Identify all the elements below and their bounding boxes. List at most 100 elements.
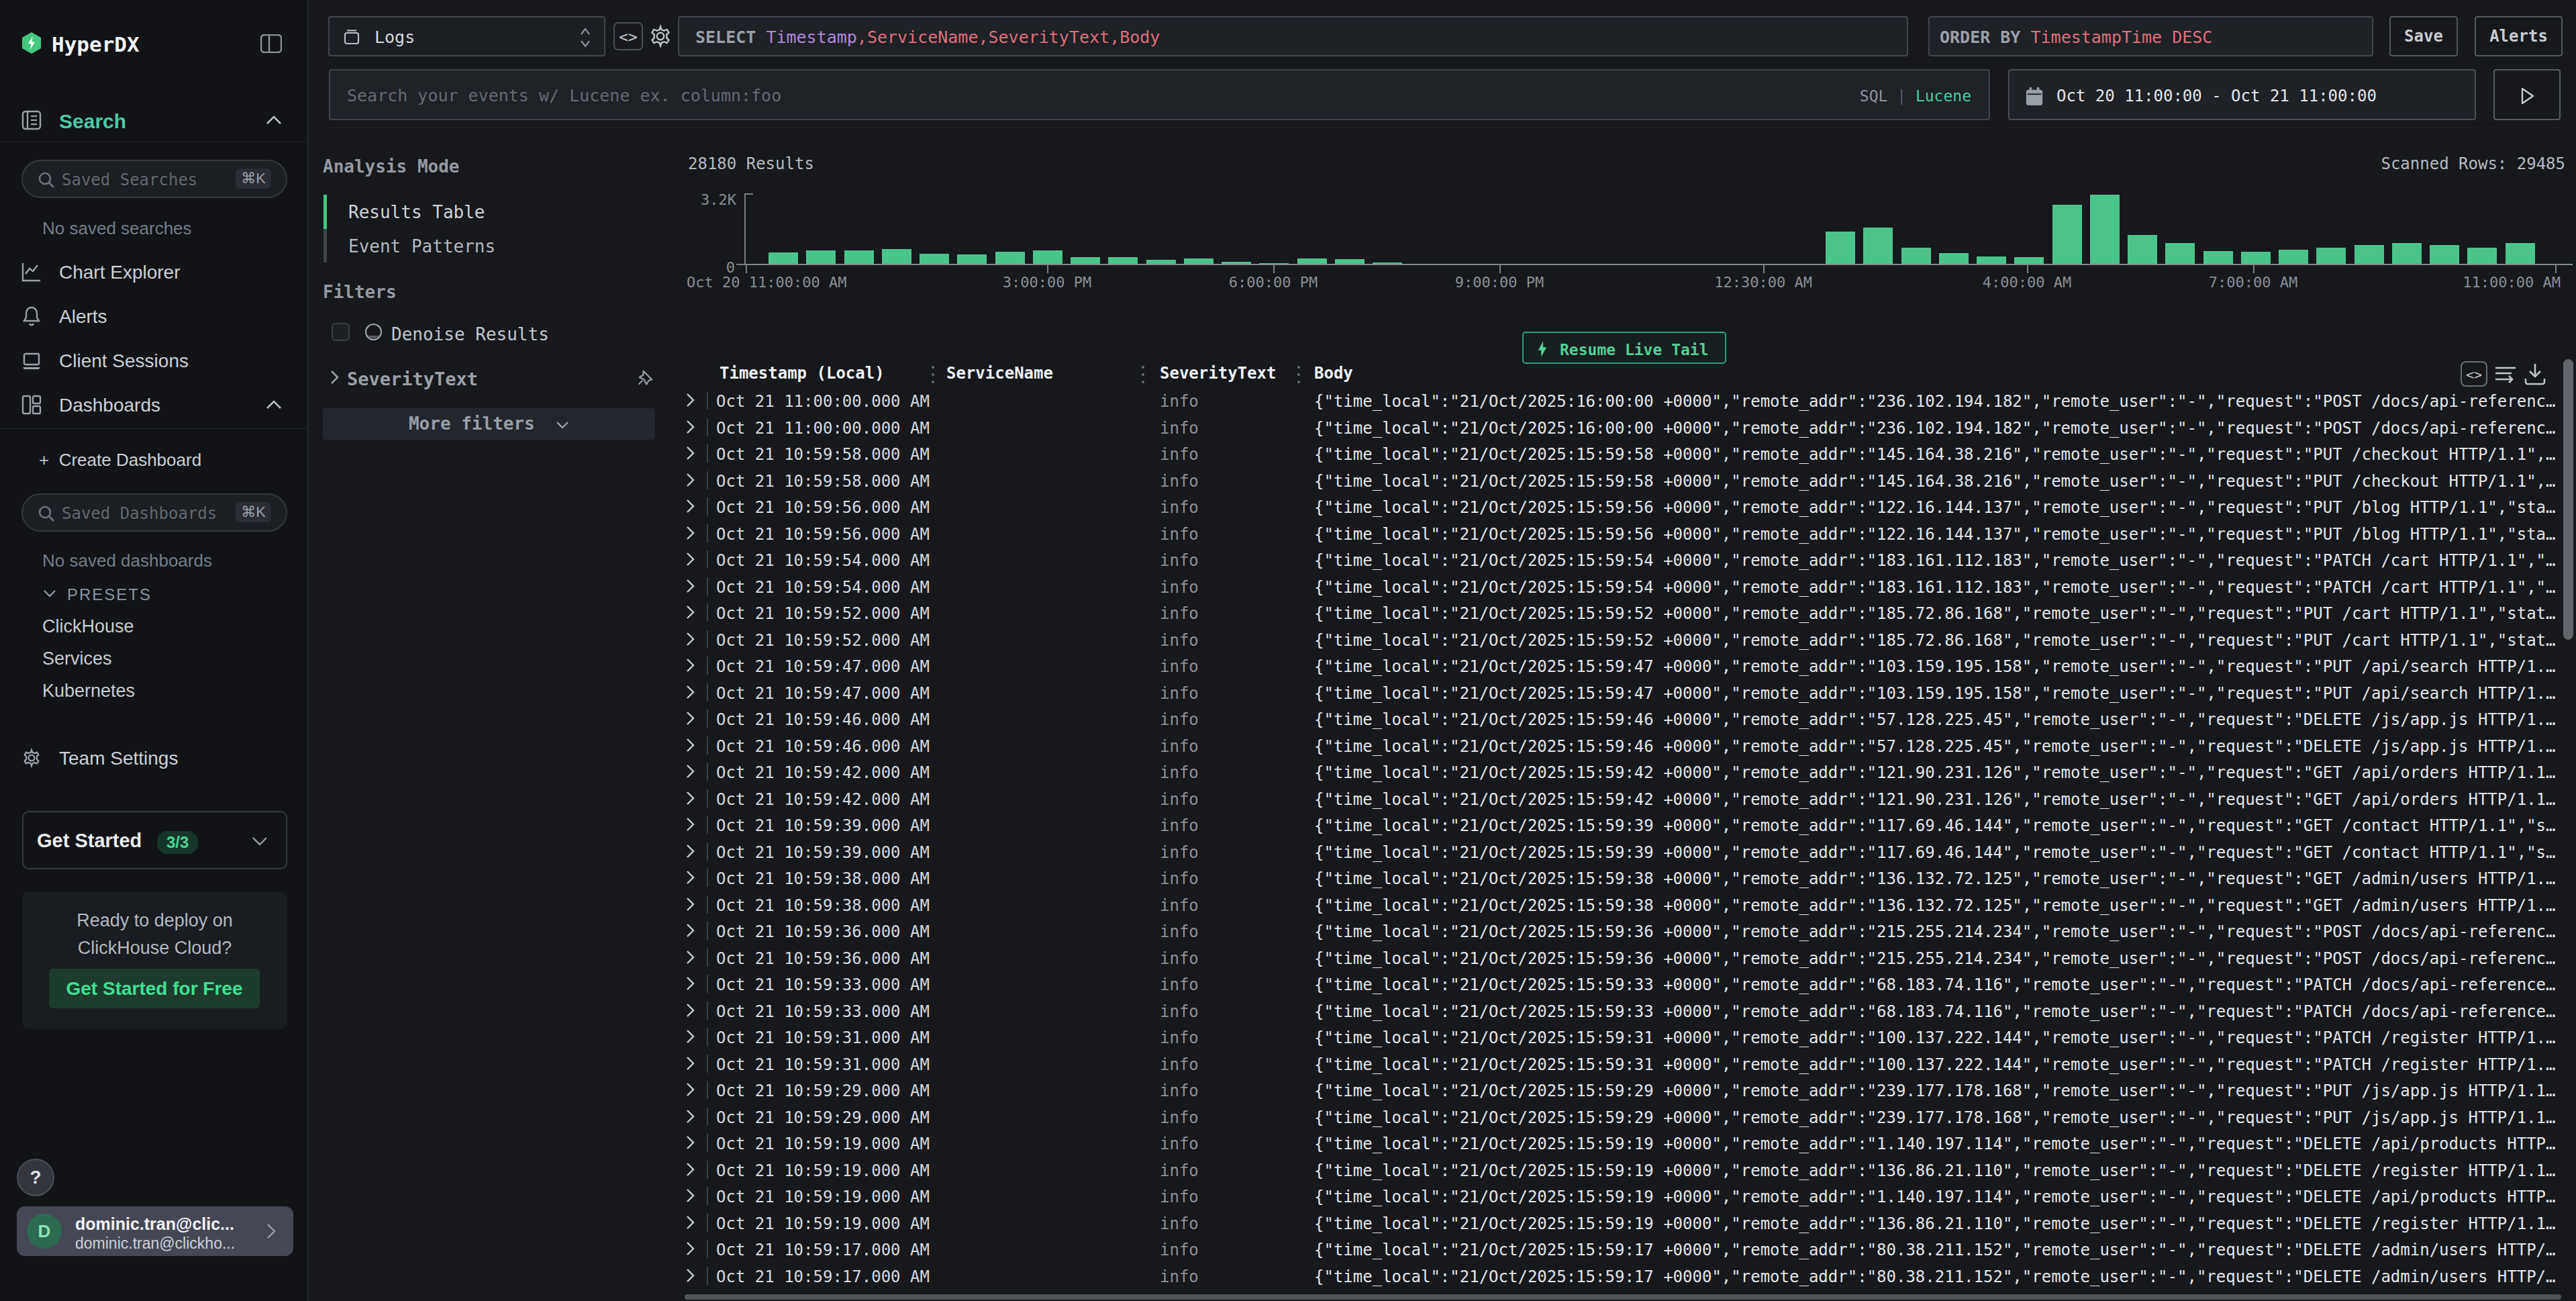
row-expand-icon[interactable] [686,950,695,965]
more-filters-button[interactable]: More filters [323,408,655,440]
row-expand-icon[interactable] [686,738,695,753]
table-row[interactable]: Oct 21 10:59:39.000 AMinfo{"time_local":… [671,838,2576,865]
row-expand-icon[interactable] [686,1109,695,1124]
severity-filter-group[interactable]: SeverityText [347,369,478,389]
help-button[interactable]: ? [17,1159,54,1196]
row-expand-icon[interactable] [686,420,695,434]
row-expand-icon[interactable] [686,870,695,885]
mode-results-table[interactable]: Results Table [348,202,485,222]
table-row[interactable]: Oct 21 10:59:29.000 AMinfo{"time_local":… [671,1077,2576,1104]
row-expand-icon[interactable] [686,897,695,912]
table-row[interactable]: Oct 21 10:59:19.000 AMinfo{"time_local":… [671,1183,2576,1210]
sidebar-item-dashboards[interactable]: Dashboards [59,395,160,416]
row-expand-icon[interactable] [686,552,695,567]
table-row[interactable]: Oct 21 10:59:36.000 AMinfo{"time_local":… [671,918,2576,945]
table-row[interactable]: Oct 21 10:59:58.000 AMinfo{"time_local":… [671,440,2576,467]
table-row[interactable]: Oct 21 10:59:19.000 AMinfo{"time_local":… [671,1130,2576,1157]
mode-event-patterns[interactable]: Event Patterns [348,236,495,256]
row-expand-icon[interactable] [686,711,695,726]
pin-icon[interactable] [636,368,655,387]
table-row[interactable]: Oct 21 10:59:54.000 AMinfo{"time_local":… [671,546,2576,573]
get-started-panel[interactable]: Get Started 3/3 [22,811,287,869]
table-row[interactable]: Oct 21 10:59:46.000 AMinfo{"time_local":… [671,706,2576,732]
row-expand-icon[interactable] [686,1003,695,1018]
gear-icon[interactable] [648,24,673,48]
row-expand-icon[interactable] [686,1268,695,1283]
table-row[interactable]: Oct 21 10:59:54.000 AMinfo{"time_local":… [671,573,2576,600]
row-expand-icon[interactable] [686,446,695,461]
row-expand-icon[interactable] [686,1162,695,1177]
row-expand-icon[interactable] [686,1215,695,1230]
table-row[interactable]: Oct 21 10:59:36.000 AMinfo{"time_local":… [671,945,2576,971]
row-expand-icon[interactable] [686,605,695,620]
table-row[interactable]: Oct 21 10:59:56.000 AMinfo{"time_local":… [671,520,2576,547]
table-row[interactable]: Oct 21 10:59:39.000 AMinfo{"time_local":… [671,812,2576,838]
row-expand-icon[interactable] [686,499,695,514]
sidebar-item-chart-explorer[interactable]: Chart Explorer [59,262,181,283]
table-row[interactable]: Oct 21 10:59:19.000 AMinfo{"time_local":… [671,1157,2576,1184]
row-expand-icon[interactable] [686,976,695,991]
preset-services[interactable]: Services [42,648,112,669]
row-expand-icon[interactable] [686,632,695,646]
table-row[interactable]: Oct 21 10:59:33.000 AMinfo{"time_local":… [671,971,2576,998]
row-expand-icon[interactable] [686,1135,695,1150]
saved-searches-input[interactable]: Saved Searches ⌘K [21,160,287,198]
row-expand-icon[interactable] [686,923,695,938]
vertical-scrollbar[interactable] [2563,359,2573,640]
code-toggle-button[interactable]: <> [613,22,643,50]
table-row[interactable]: Oct 21 10:59:52.000 AMinfo{"time_local":… [671,599,2576,626]
row-expand-icon[interactable] [686,658,695,673]
table-row[interactable]: Oct 21 11:00:00.000 AMinfo{"time_local":… [671,414,2576,441]
table-row[interactable]: Oct 21 10:59:58.000 AMinfo{"time_local":… [671,467,2576,494]
table-row[interactable]: Oct 21 10:59:47.000 AMinfo{"time_local":… [671,679,2576,706]
table-row[interactable]: Oct 21 10:59:46.000 AMinfo{"time_local":… [671,732,2576,759]
collapse-sidebar-icon[interactable] [260,34,282,53]
row-expand-icon[interactable] [686,791,695,806]
table-row[interactable]: Oct 21 10:59:33.000 AMinfo{"time_local":… [671,998,2576,1024]
table-row[interactable]: Oct 21 10:59:38.000 AMinfo{"time_local":… [671,892,2576,918]
sidebar-item-search[interactable]: Search [59,110,126,133]
table-row[interactable]: Oct 21 10:59:56.000 AMinfo{"time_local":… [671,493,2576,520]
source-select[interactable]: Logs [328,16,605,56]
table-row[interactable]: Oct 21 10:59:17.000 AMinfo{"time_local":… [671,1236,2576,1263]
row-expand-icon[interactable] [686,1029,695,1044]
row-expand-icon[interactable] [686,393,695,407]
saved-dashboards-input[interactable]: Saved Dashboards ⌘K [21,493,287,532]
get-started-free-button[interactable]: Get Started for Free [49,969,260,1008]
chevron-up-icon[interactable] [266,400,282,409]
create-dashboard-button[interactable]: + Create Dashboard [39,450,201,471]
row-expand-icon[interactable] [686,526,695,540]
row-expand-icon[interactable] [686,817,695,832]
chevron-down-icon[interactable] [43,589,56,597]
horizontal-scrollbar[interactable] [685,1294,2561,1300]
table-row[interactable]: Oct 21 10:59:38.000 AMinfo{"time_local":… [671,865,2576,892]
chevron-right-icon[interactable] [330,370,339,385]
presets-header[interactable]: PRESETS [67,585,152,604]
row-expand-icon[interactable] [686,764,695,779]
preset-kubernetes[interactable]: Kubernetes [42,681,135,702]
table-row[interactable]: Oct 21 10:59:42.000 AMinfo{"time_local":… [671,759,2576,785]
table-row[interactable]: Oct 21 10:59:29.000 AMinfo{"time_local":… [671,1104,2576,1130]
denoise-checkbox[interactable] [332,323,350,341]
table-row[interactable]: Oct 21 10:59:42.000 AMinfo{"time_local":… [671,785,2576,812]
row-expand-icon[interactable] [686,579,695,593]
row-expand-icon[interactable] [686,1188,695,1203]
preset-clickhouse[interactable]: ClickHouse [42,616,134,637]
table-row[interactable]: Oct 21 10:59:47.000 AMinfo{"time_local":… [671,653,2576,679]
sidebar-item-alerts[interactable]: Alerts [59,306,107,328]
denoise-label[interactable]: Denoise Results [391,324,549,344]
sidebar-item-client-sessions[interactable]: Client Sessions [59,350,189,372]
table-row[interactable]: Oct 21 10:59:52.000 AMinfo{"time_local":… [671,626,2576,653]
table-row[interactable]: Oct 21 10:59:17.000 AMinfo{"time_local":… [671,1263,2576,1290]
row-expand-icon[interactable] [686,473,695,487]
table-row[interactable]: Oct 21 10:59:31.000 AMinfo{"time_local":… [671,1051,2576,1077]
row-expand-icon[interactable] [686,1056,695,1071]
row-expand-icon[interactable] [686,1241,695,1256]
table-row[interactable]: Oct 21 10:59:19.000 AMinfo{"time_local":… [671,1210,2576,1237]
table-row[interactable]: Oct 21 11:00:00.000 AMinfo{"time_local":… [671,387,2576,414]
sidebar-item-team-settings[interactable]: Team Settings [59,748,178,769]
row-expand-icon[interactable] [686,1082,695,1097]
table-row[interactable]: Oct 21 10:59:31.000 AMinfo{"time_local":… [671,1024,2576,1051]
row-expand-icon[interactable] [686,685,695,700]
row-expand-icon[interactable] [686,844,695,859]
